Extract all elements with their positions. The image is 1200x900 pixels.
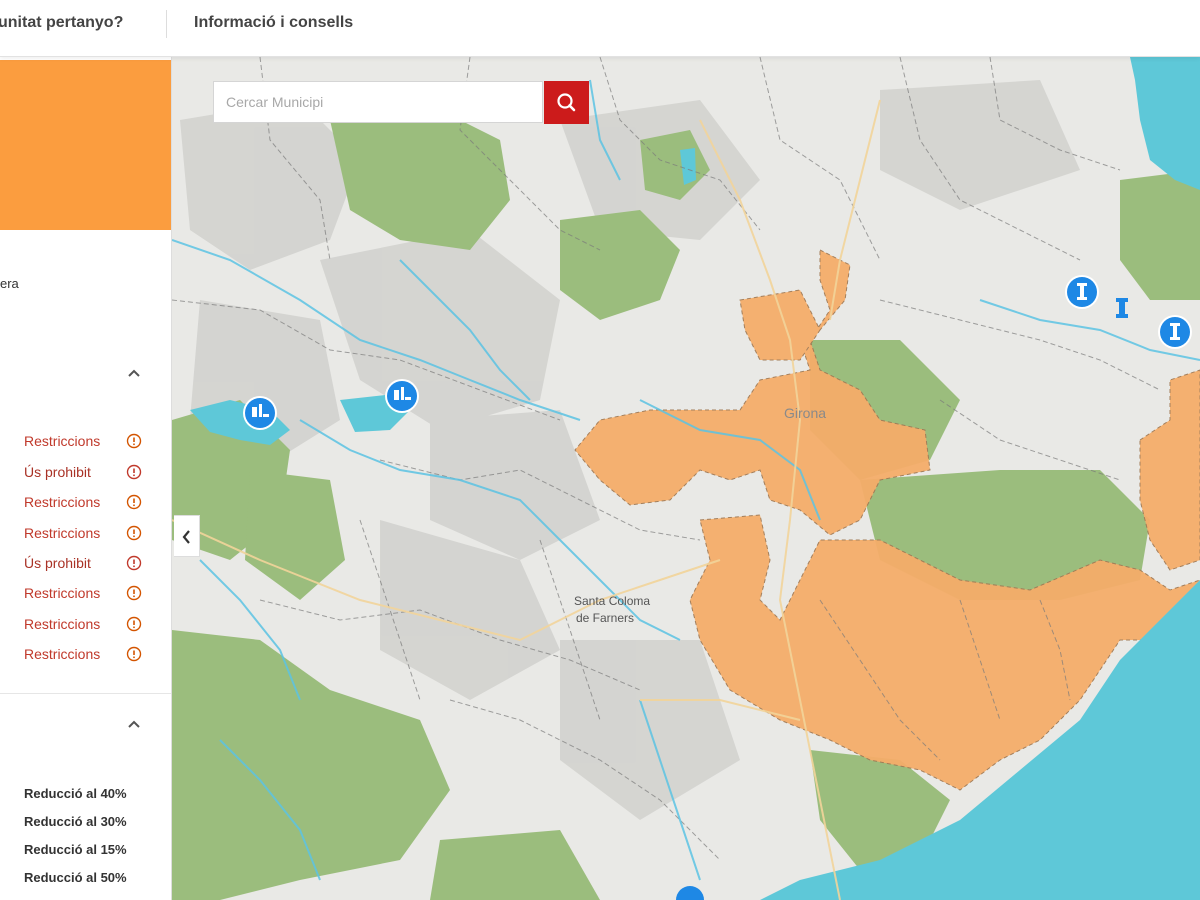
chevron-left-icon xyxy=(182,530,190,544)
status-label: Restriccions xyxy=(24,494,101,510)
search-input[interactable] xyxy=(214,82,542,122)
chevron-up-icon[interactable] xyxy=(126,716,142,732)
search-button[interactable] xyxy=(544,81,589,124)
sidebar-divider xyxy=(0,693,171,694)
status-row[interactable]: Restriccions xyxy=(24,583,149,605)
well-marker[interactable] xyxy=(1065,275,1099,309)
collapse-sidebar-button[interactable] xyxy=(174,515,200,557)
chevron-up-icon[interactable] xyxy=(126,365,142,381)
reduction-item: Reducció al 15% xyxy=(24,842,127,857)
status-label: Ús prohibit xyxy=(24,555,91,571)
status-banner xyxy=(0,60,171,230)
nav-divider xyxy=(166,10,167,38)
status-row[interactable]: Restriccions xyxy=(24,523,149,545)
status-label: Restriccions xyxy=(24,585,101,601)
reduction-item: Reducció al 50% xyxy=(24,870,127,885)
label-santa-coloma-line2: de Farners xyxy=(576,611,634,625)
warning-icon xyxy=(126,525,142,541)
warning-icon xyxy=(126,433,142,449)
warning-icon xyxy=(126,646,142,662)
warning-icon xyxy=(126,464,142,480)
status-label: Restriccions xyxy=(24,616,101,632)
status-label: Ús prohibit xyxy=(24,464,91,480)
status-row[interactable]: Restriccions xyxy=(24,492,149,514)
label-santa-coloma-line1: Santa Coloma xyxy=(574,594,650,608)
warning-icon xyxy=(126,494,142,510)
status-row[interactable]: Restriccions xyxy=(24,431,149,453)
nav-link-which-unit[interactable]: unitat pertanyo? xyxy=(0,14,123,32)
warning-icon xyxy=(126,585,142,601)
sidebar: era Restriccions Ús prohibit Restriccion… xyxy=(0,57,172,900)
reduction-item: Reducció al 30% xyxy=(24,814,127,829)
status-row[interactable]: Restriccions xyxy=(24,614,149,636)
search-icon xyxy=(557,93,576,112)
status-label: Restriccions xyxy=(24,646,101,662)
top-navigation: unitat pertanyo? Informació i consells xyxy=(0,0,1200,57)
status-label: Restriccions xyxy=(24,525,101,541)
map-canvas[interactable]: Girona Santa Coloma de Farners xyxy=(172,57,1200,900)
warning-icon xyxy=(126,616,142,632)
label-girona: Girona xyxy=(784,405,826,421)
reduction-item: Reducció al 40% xyxy=(24,786,127,801)
well-marker[interactable] xyxy=(1158,315,1192,349)
status-label: Restriccions xyxy=(24,433,101,449)
status-row[interactable]: Restriccions xyxy=(24,644,149,666)
map-view[interactable]: Girona Santa Coloma de Farners xyxy=(172,57,1200,900)
nav-link-info-advice[interactable]: Informació i consells xyxy=(194,14,353,32)
status-row[interactable]: Ús prohibit xyxy=(24,553,149,575)
status-row[interactable]: Ús prohibit xyxy=(24,462,149,484)
warning-icon xyxy=(126,555,142,571)
search-box xyxy=(213,81,543,123)
sidebar-partial-text: era xyxy=(0,276,19,291)
reservoir-marker[interactable] xyxy=(243,396,277,430)
reservoir-marker[interactable] xyxy=(385,379,419,413)
